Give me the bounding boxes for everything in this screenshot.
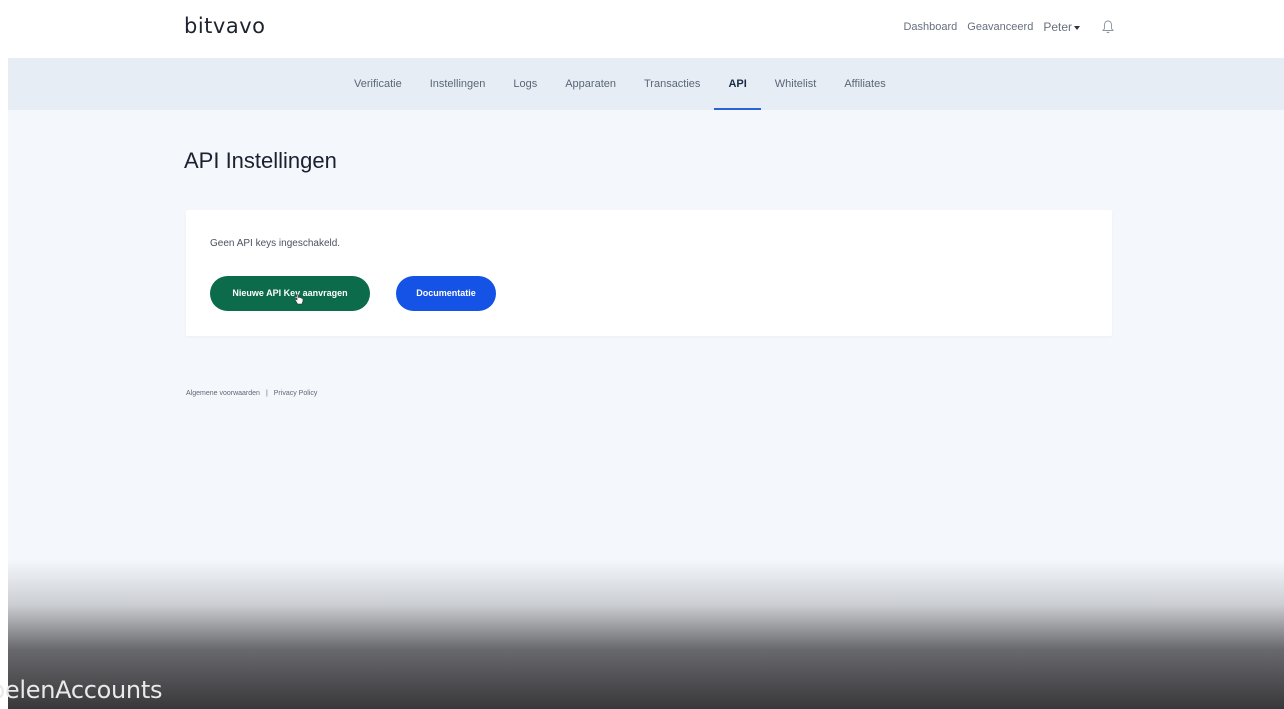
top-header: bitvavo Dashboard Geavanceerd Peter [0, 0, 1284, 58]
user-name: Peter [1043, 20, 1072, 34]
chevron-down-icon [1074, 25, 1080, 30]
api-keys-card: Geen API keys ingeschakeld. Nieuwe API K… [186, 210, 1112, 336]
nav-dashboard[interactable]: Dashboard [903, 21, 957, 33]
page: bitvavo Dashboard Geavanceerd Peter Veri… [0, 0, 1284, 709]
footer-separator: | [265, 390, 268, 397]
tab-affiliates[interactable]: Affiliates [830, 58, 899, 110]
channel-watermark: belenAccounts [0, 676, 163, 704]
footer-links: Algemene voorwaarden | Privacy Policy [186, 390, 317, 397]
tab-apparaten[interactable]: Apparaten [551, 58, 630, 110]
tab-instellingen[interactable]: Instellingen [416, 58, 500, 110]
privacy-link[interactable]: Privacy Policy [274, 390, 318, 397]
nav-geavanceerd[interactable]: Geavanceerd [967, 21, 1033, 33]
video-bottom-overlay [8, 560, 1284, 709]
documentation-button[interactable]: Documentatie [396, 276, 496, 311]
left-edge-strip [0, 0, 8, 709]
terms-link[interactable]: Algemene voorwaarden [186, 390, 260, 397]
tab-logs[interactable]: Logs [499, 58, 551, 110]
bell-icon[interactable] [1102, 20, 1114, 34]
hand-cursor-icon [294, 294, 304, 305]
bitvavo-logo[interactable]: bitvavo [184, 14, 265, 38]
tab-whitelist[interactable]: Whitelist [761, 58, 831, 110]
tab-transacties[interactable]: Transacties [630, 58, 714, 110]
page-title: API Instellingen [184, 148, 337, 173]
tab-verificatie[interactable]: Verificatie [340, 58, 416, 110]
settings-subnav: Verificatie Instellingen Logs Apparaten … [8, 58, 1284, 110]
tab-api[interactable]: API [714, 58, 762, 110]
new-api-key-button[interactable]: Nieuwe API Key aanvragen [210, 276, 370, 311]
user-menu[interactable]: Peter [1043, 20, 1080, 34]
no-api-keys-message: Geen API keys ingeschakeld. [210, 238, 341, 249]
top-nav: Dashboard Geavanceerd Peter [903, 20, 1114, 34]
